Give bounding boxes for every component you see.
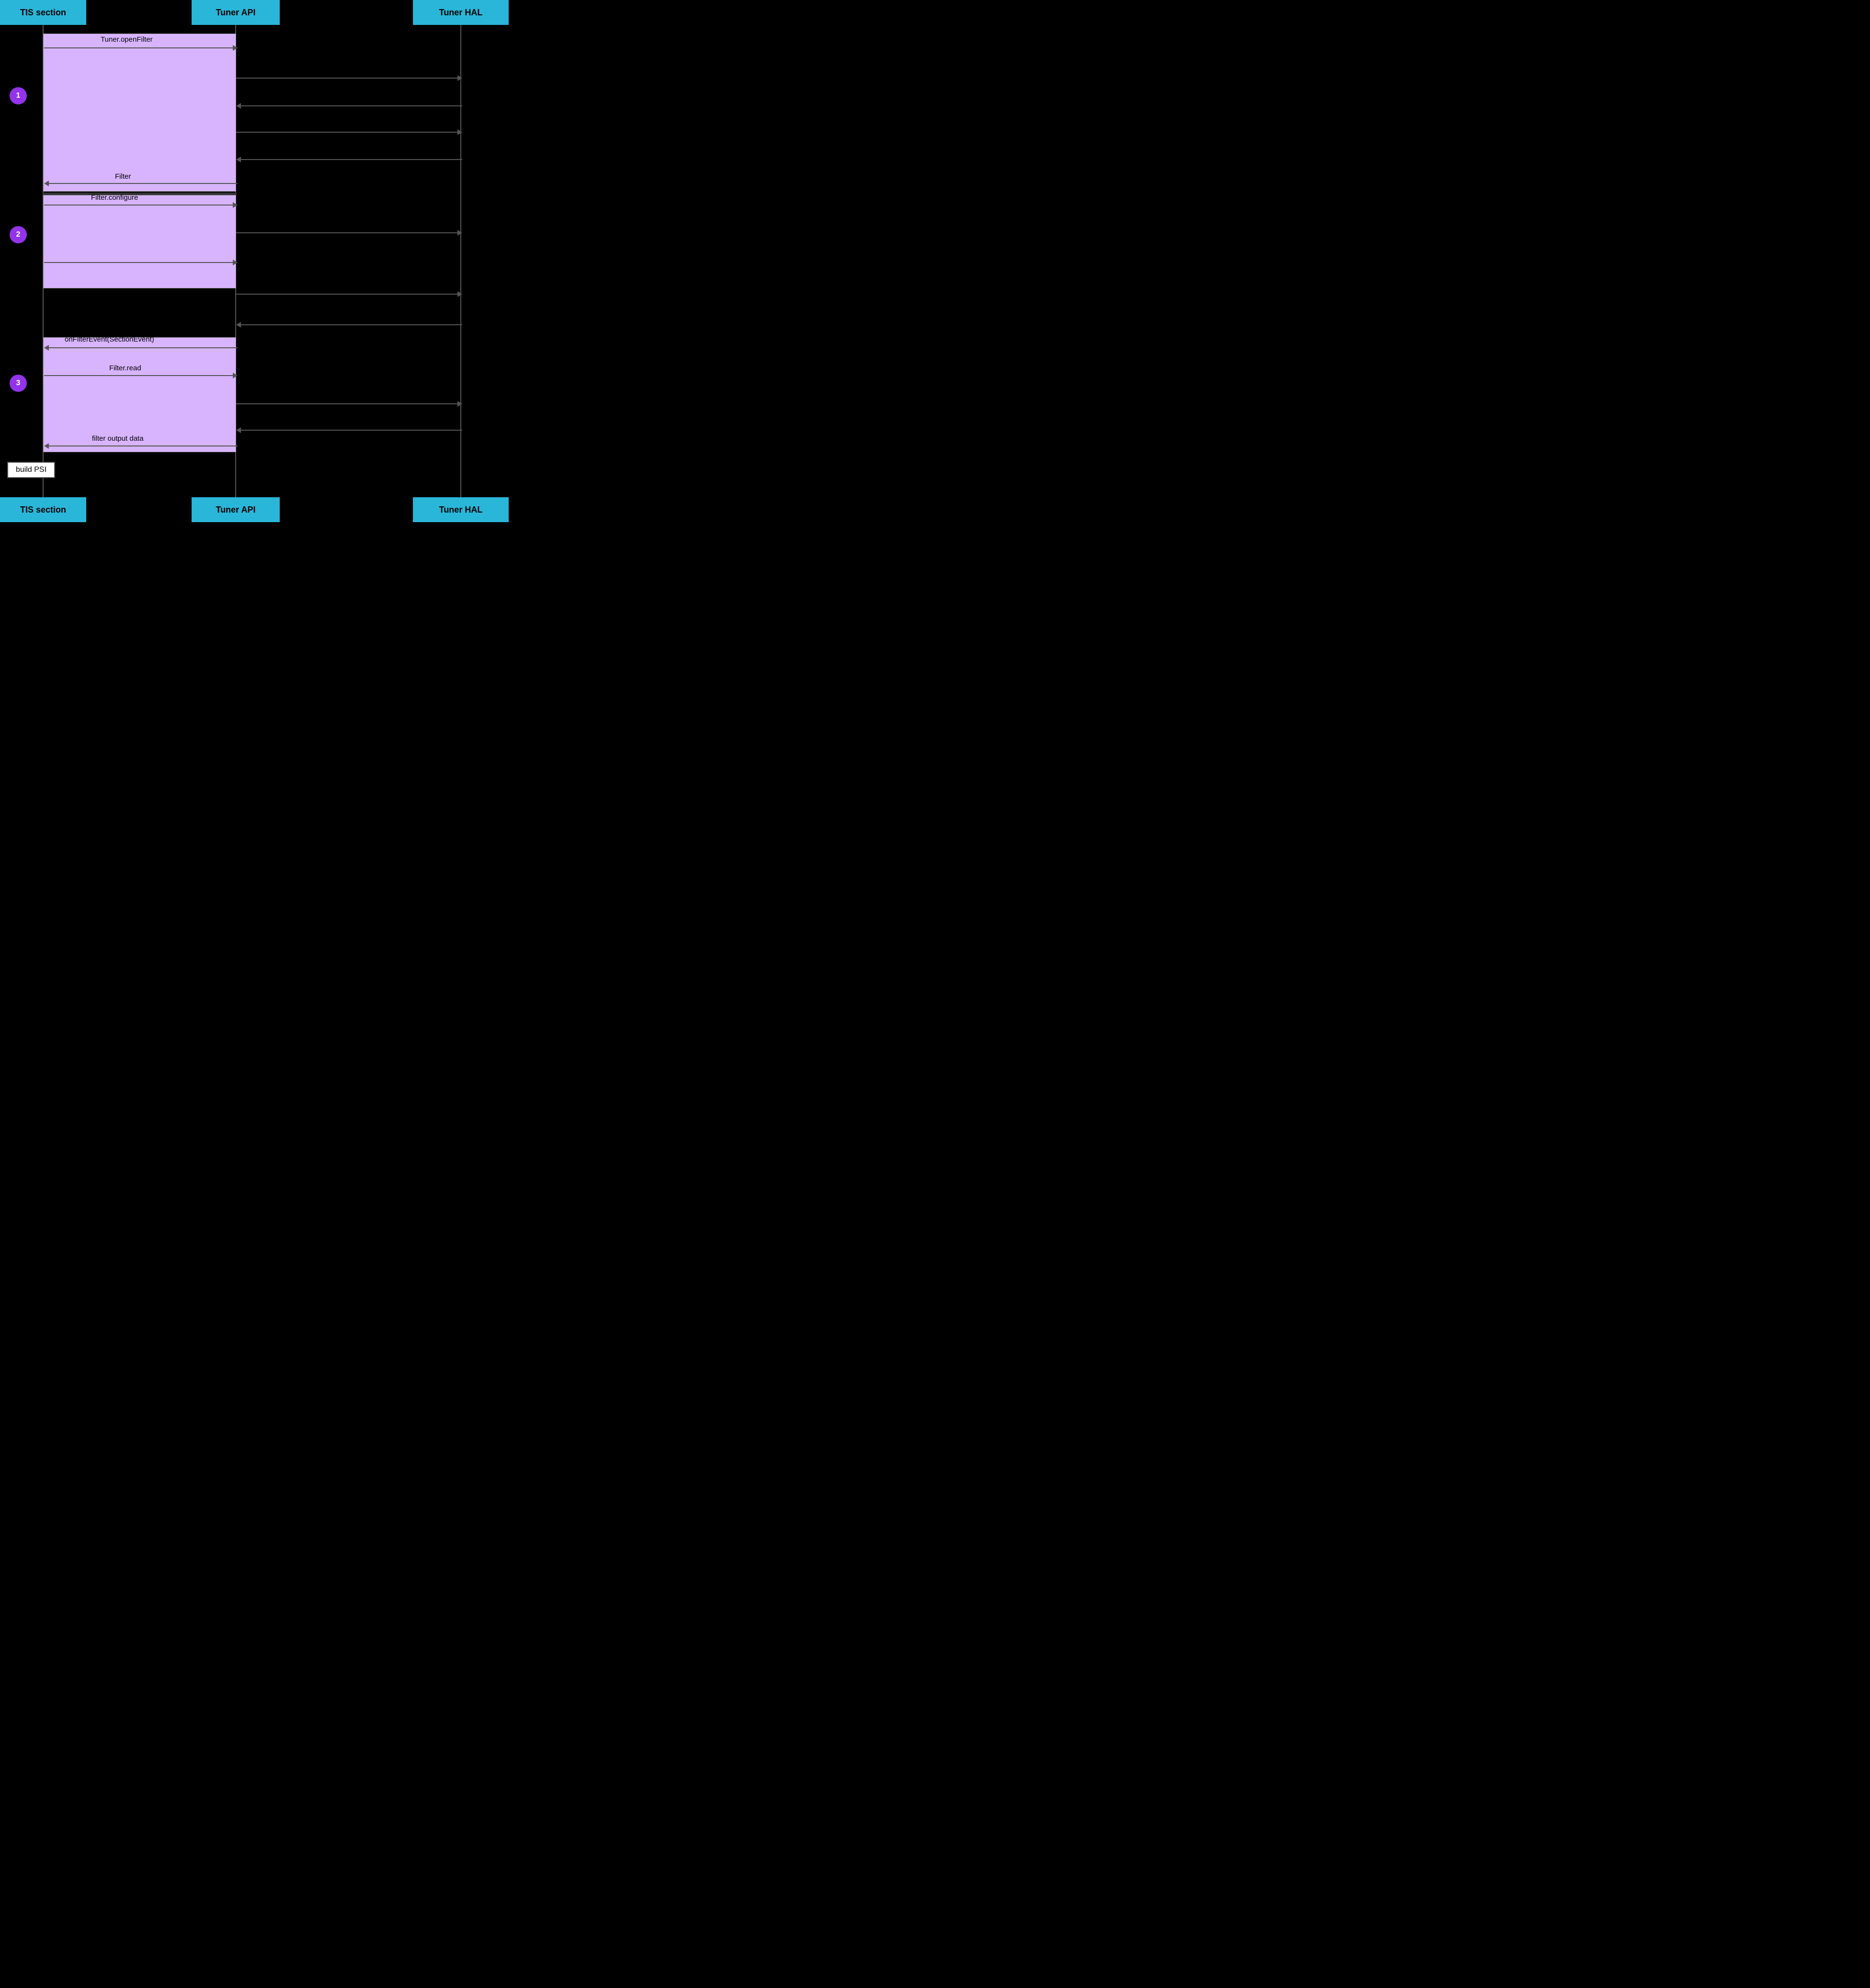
hal-arrow2-head <box>457 129 462 135</box>
hal-arrow3 <box>236 230 462 236</box>
hal-arrow1 <box>236 75 462 81</box>
filter-configure-label: Filter.configure <box>91 194 138 202</box>
open-filter-arrowhead <box>233 45 238 51</box>
section1-block <box>43 34 236 192</box>
hal-return2-line <box>241 159 462 160</box>
hal-return4-head <box>236 427 241 433</box>
step2-circle: 2 <box>10 226 27 243</box>
filter-start-line <box>44 262 233 263</box>
step1-circle: 1 <box>10 87 27 104</box>
open-filter-line <box>44 47 233 48</box>
on-filter-event-arrow <box>44 345 238 351</box>
tis-header: TIS section <box>0 0 86 25</box>
step2-label: 2 <box>16 230 21 239</box>
filter-read-head <box>233 373 238 378</box>
filter-return-label: Filter <box>115 172 131 181</box>
diagram-container: TIS section Tuner API Tuner HAL 1 Tuner.… <box>0 0 509 522</box>
footer-bar: TIS section Tuner API Tuner HAL <box>0 497 509 522</box>
main-diagram: 1 Tuner.openFilter <box>0 25 509 497</box>
hal-return2-head <box>236 157 241 162</box>
hal-return3 <box>236 322 462 328</box>
filter-return-line <box>49 183 238 184</box>
tis-footer: TIS section <box>0 497 86 522</box>
filter-configure-head <box>233 202 238 208</box>
on-filter-event-line <box>49 347 238 348</box>
hal-arrow5-head <box>457 401 462 407</box>
filter-read-label: Filter.read <box>109 364 141 372</box>
hal-return3-head <box>236 322 241 328</box>
hal-arrow4-head <box>457 291 462 297</box>
filter-read-arrow <box>44 373 238 378</box>
tuner-api-header-label: Tuner API <box>216 8 255 18</box>
tis-header-label: TIS section <box>20 8 66 18</box>
step3-label: 3 <box>16 379 21 388</box>
hal-return1 <box>236 103 462 109</box>
filter-output-label: filter output data <box>92 434 144 443</box>
filter-configure-arrow <box>44 202 238 208</box>
tis-footer-label: TIS section <box>20 505 66 515</box>
filter-output-head <box>44 443 49 449</box>
tuner-hal-footer: Tuner HAL <box>413 497 509 522</box>
tuner-hal-header-label: Tuner HAL <box>439 8 483 18</box>
filter-start-arrow <box>44 260 238 265</box>
filter-configure-line <box>44 205 233 206</box>
tuner-api-footer: Tuner API <box>192 497 280 522</box>
hal-arrow4 <box>236 291 462 297</box>
open-filter-label: Tuner.openFilter <box>101 35 153 44</box>
hal-return4 <box>236 427 462 433</box>
hal-arrow3-head <box>457 230 462 236</box>
header-bar: TIS section Tuner API Tuner HAL <box>0 0 509 25</box>
section2-block <box>43 195 236 288</box>
build-psi-label: build PSI <box>16 466 46 474</box>
tuner-hal-header: Tuner HAL <box>413 0 509 25</box>
filter-return-arrow <box>44 181 238 186</box>
hal-arrow5 <box>236 401 462 407</box>
lifeline-tuner-hal <box>460 25 461 497</box>
on-filter-event-label: onFilterEvent(SectionEvent) <box>65 335 154 343</box>
tuner-api-footer-label: Tuner API <box>216 505 255 515</box>
hal-return1-head <box>236 103 241 109</box>
hal-return2 <box>236 157 462 162</box>
hal-arrow2 <box>236 129 462 135</box>
tuner-hal-footer-label: Tuner HAL <box>439 505 483 515</box>
hal-arrow3-line <box>236 232 457 233</box>
step3-circle: 3 <box>10 375 27 392</box>
hal-return1-line <box>241 105 462 106</box>
hal-return4-line <box>241 430 462 431</box>
step1-label: 1 <box>16 91 21 100</box>
hal-arrow1-head <box>457 75 462 81</box>
on-filter-event-head <box>44 345 49 351</box>
tuner-api-header: Tuner API <box>192 0 280 25</box>
hal-return3-line <box>241 324 462 325</box>
filter-return-head <box>44 181 49 186</box>
filter-start-head <box>233 260 238 265</box>
hal-arrow2-line <box>236 132 457 133</box>
hal-arrow1-line <box>236 78 457 79</box>
open-filter-arrow <box>44 45 238 51</box>
hal-arrow4-line <box>236 294 457 295</box>
build-psi-box: build PSI <box>7 462 55 478</box>
filter-output-arrow <box>44 443 238 449</box>
hal-arrow5-line <box>236 403 457 404</box>
filter-read-line <box>44 375 233 376</box>
